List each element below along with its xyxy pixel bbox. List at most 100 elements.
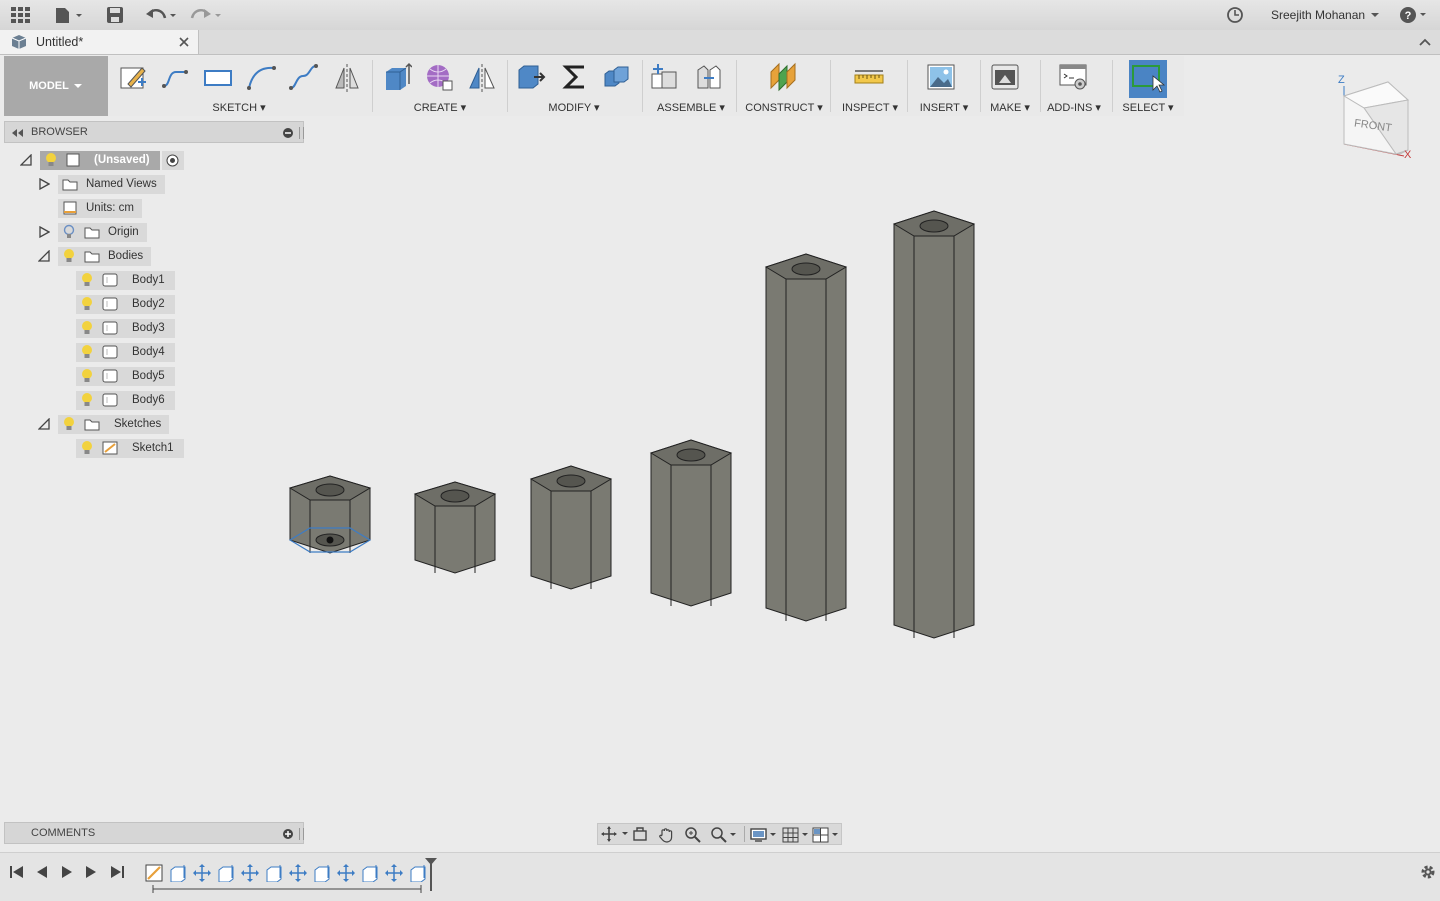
visibility-bulb-icon[interactable] xyxy=(80,344,94,360)
line-tool-icon[interactable] xyxy=(160,62,190,92)
move-feature-icon[interactable] xyxy=(289,864,307,882)
look-at-icon[interactable] xyxy=(632,826,650,844)
expand-triangle-icon[interactable] xyxy=(38,178,50,190)
pan-hand-icon[interactable] xyxy=(658,826,676,844)
visibility-bulb-off-icon[interactable] xyxy=(62,224,76,240)
browser-item-body[interactable]: Body2 xyxy=(76,294,175,314)
create-menu[interactable]: CREATE ▾ xyxy=(380,101,500,114)
joint-icon[interactable] xyxy=(694,62,724,92)
rectangle-tool-icon[interactable] xyxy=(202,62,232,92)
insert-menu[interactable]: INSERT ▾ xyxy=(912,101,976,114)
panel-resize-grip[interactable] xyxy=(299,828,304,840)
visibility-bulb-icon[interactable] xyxy=(62,416,76,432)
browser-item-bodies[interactable]: Bodies xyxy=(58,246,152,266)
extrude-feature-icon[interactable] xyxy=(265,864,283,882)
modify-menu[interactable]: MODIFY ▾ xyxy=(514,101,634,114)
expand-triangle-icon[interactable] xyxy=(38,226,50,238)
press-pull-icon[interactable] xyxy=(516,62,546,92)
mirror-sketch-icon[interactable] xyxy=(332,62,362,92)
browser-item-body[interactable]: Body4 xyxy=(76,342,175,362)
collapse-toolbar-chevron-up-icon[interactable] xyxy=(1418,36,1432,48)
play-icon[interactable] xyxy=(59,864,75,880)
extrude-feature-icon[interactable] xyxy=(313,864,331,882)
browser-root-node[interactable]: (Unsaved) xyxy=(40,150,184,170)
extrude-feature-icon[interactable] xyxy=(169,864,187,882)
panel-resize-grip[interactable] xyxy=(299,127,304,139)
create-sketch-icon[interactable] xyxy=(118,62,148,92)
undo-icon[interactable] xyxy=(145,5,181,25)
visibility-bulb-icon[interactable] xyxy=(44,152,58,168)
browser-item-body[interactable]: Body5 xyxy=(76,366,175,386)
app-grid-icon[interactable] xyxy=(10,5,30,25)
grid-snaps-icon[interactable] xyxy=(782,826,812,844)
help-icon[interactable]: ? xyxy=(1399,5,1429,25)
assemble-menu[interactable]: ASSEMBLE ▾ xyxy=(646,101,736,114)
move-feature-icon[interactable] xyxy=(193,864,211,882)
step-forward-icon[interactable] xyxy=(83,864,99,880)
workspace-switcher[interactable]: MODEL xyxy=(4,56,108,116)
browser-item-body[interactable]: Body3 xyxy=(76,318,175,338)
sketch-feature-icon[interactable] xyxy=(145,864,163,882)
redo-icon[interactable] xyxy=(190,5,226,25)
expand-collapse-triangle-icon[interactable] xyxy=(20,154,32,166)
extrude-feature-icon[interactable] xyxy=(361,864,379,882)
visibility-bulb-icon[interactable] xyxy=(80,296,94,312)
browser-item-body[interactable]: Body6 xyxy=(76,390,175,410)
extrude-feature-icon[interactable] xyxy=(217,864,235,882)
gear-icon[interactable] xyxy=(1419,863,1437,881)
visibility-bulb-icon[interactable] xyxy=(80,368,94,384)
add-comment-icon[interactable] xyxy=(282,828,294,840)
select-menu[interactable]: SELECT ▾ xyxy=(1116,101,1180,114)
user-account-menu[interactable]: Sreejith Mohanan xyxy=(1271,5,1381,25)
addins-menu[interactable]: ADD-INS ▾ xyxy=(1042,101,1106,114)
browser-panel-header[interactable]: BROWSER xyxy=(4,121,304,143)
sketch-menu[interactable]: SKETCH ▾ xyxy=(114,101,364,114)
construct-menu[interactable]: CONSTRUCT ▾ xyxy=(742,101,826,114)
view-cube[interactable]: Z FRONT X xyxy=(1330,72,1430,167)
visibility-bulb-icon[interactable] xyxy=(62,248,76,264)
move-feature-icon[interactable] xyxy=(241,864,259,882)
3d-print-icon[interactable] xyxy=(990,62,1020,92)
visibility-bulb-icon[interactable] xyxy=(80,392,94,408)
comments-panel-header[interactable]: COMMENTS xyxy=(4,822,304,844)
orbit-icon[interactable] xyxy=(600,825,630,843)
move-feature-icon[interactable] xyxy=(385,864,403,882)
document-tab[interactable]: Untitled* xyxy=(0,30,199,54)
make-menu[interactable]: MAKE ▾ xyxy=(982,101,1038,114)
browser-item-origin[interactable]: Origin xyxy=(58,222,147,242)
collapse-triangle-icon[interactable] xyxy=(38,250,50,262)
minimize-panel-icon[interactable] xyxy=(282,127,294,139)
browser-item-body[interactable]: Body1 xyxy=(76,270,175,290)
viewports-icon[interactable] xyxy=(812,826,842,844)
extrude-icon[interactable] xyxy=(382,62,413,92)
visibility-bulb-icon[interactable] xyxy=(80,440,94,456)
move-feature-icon[interactable] xyxy=(337,864,355,882)
spline-tool-icon[interactable] xyxy=(288,62,318,92)
visibility-bulb-icon[interactable] xyxy=(80,320,94,336)
visibility-bulb-icon[interactable] xyxy=(80,272,94,288)
select-tool-button[interactable] xyxy=(1129,60,1167,98)
insert-image-icon[interactable] xyxy=(926,62,956,92)
new-component-icon[interactable] xyxy=(650,62,680,92)
combine-icon[interactable] xyxy=(602,62,632,92)
fit-zoom-window-icon[interactable] xyxy=(710,826,740,844)
browser-item-named-views[interactable]: Named Views xyxy=(58,174,165,194)
inspect-menu[interactable]: INSPECT ▾ xyxy=(836,101,904,114)
save-icon[interactable] xyxy=(106,5,124,25)
browser-item-sketches[interactable]: Sketches xyxy=(58,414,170,434)
zoom-icon[interactable] xyxy=(684,826,702,844)
go-to-start-icon[interactable] xyxy=(9,864,25,880)
go-to-end-icon[interactable] xyxy=(109,864,125,880)
activate-component-icon[interactable] xyxy=(161,150,184,170)
timeline-marker-handle[interactable] xyxy=(424,857,438,891)
mirror-body-icon[interactable] xyxy=(467,62,497,92)
display-settings-icon[interactable] xyxy=(750,826,780,844)
scripts-addins-icon[interactable] xyxy=(1058,62,1088,92)
measure-icon[interactable] xyxy=(854,62,884,92)
collapse-triangle-icon[interactable] xyxy=(38,418,50,430)
file-menu-icon[interactable] xyxy=(54,5,84,25)
close-icon[interactable] xyxy=(178,36,190,48)
offset-plane-icon[interactable] xyxy=(768,62,798,92)
browser-item-units[interactable]: Units: cm xyxy=(58,198,142,218)
step-back-icon[interactable] xyxy=(34,864,50,880)
